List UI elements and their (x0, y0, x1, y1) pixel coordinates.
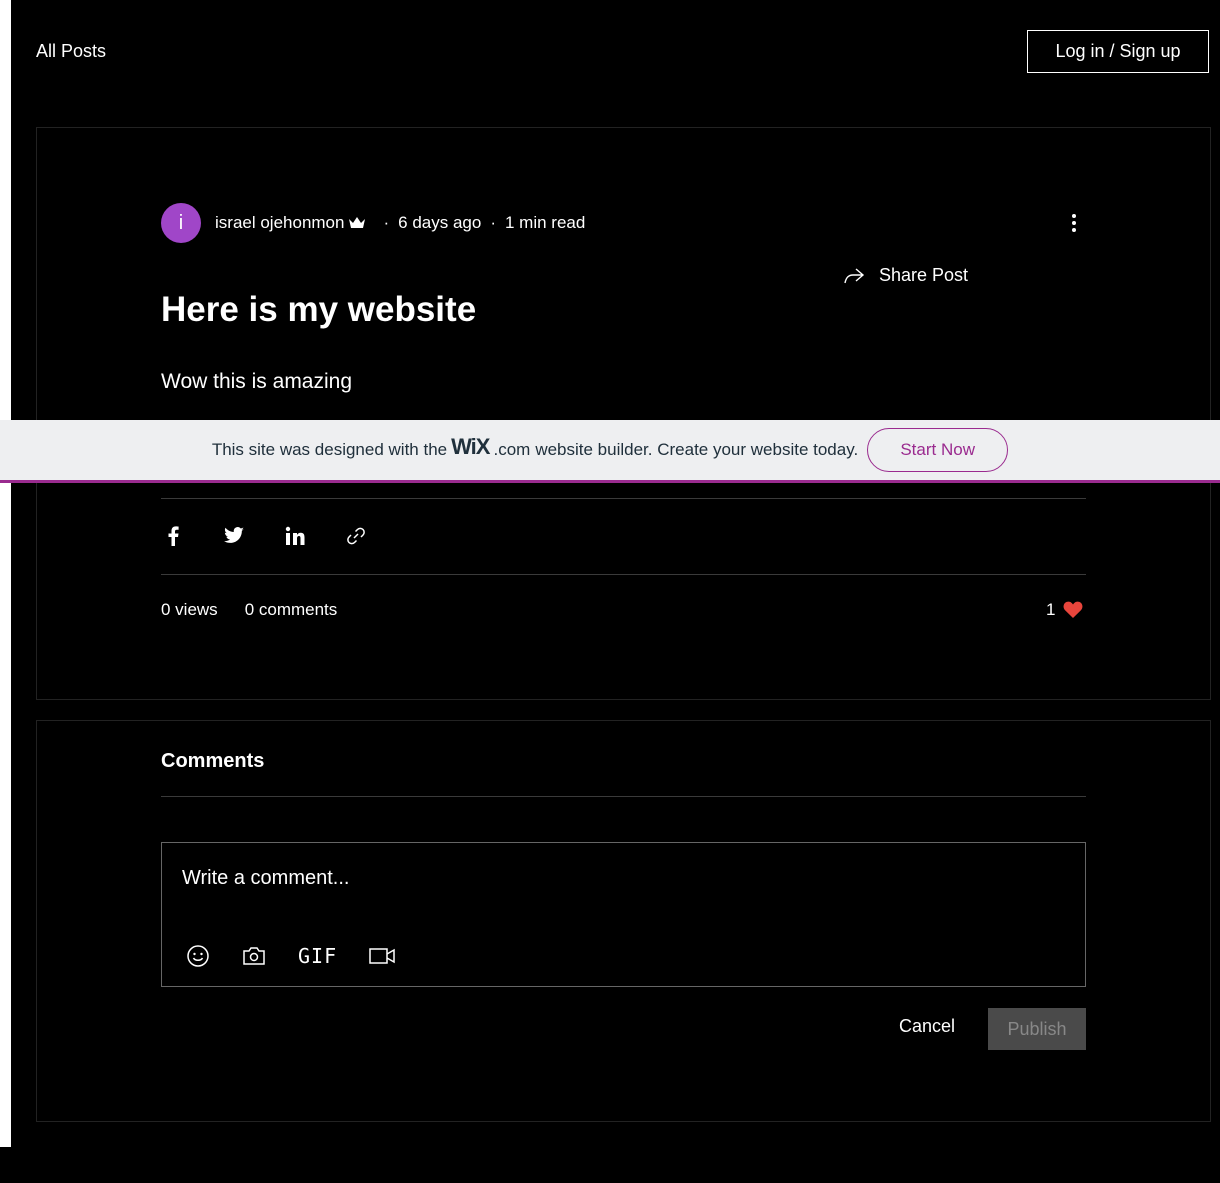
post-body: Wow this is amazing (161, 370, 353, 393)
banner-text-before: This site was designed with the (211, 440, 448, 459)
emoji-icon[interactable] (186, 943, 210, 969)
cancel-button[interactable]: Cancel (899, 1016, 955, 1037)
twitter-icon[interactable] (222, 522, 246, 550)
likes-count: 1 (1046, 600, 1056, 619)
post-title: Here is my website (161, 290, 477, 329)
comment-toolbar: GIF (186, 943, 427, 969)
gif-icon[interactable]: GIF (298, 943, 337, 969)
camera-icon[interactable] (242, 943, 266, 969)
linkedin-icon[interactable] (283, 522, 307, 550)
post-date: 6 days ago (398, 213, 482, 232)
crown-icon (348, 216, 366, 230)
wix-promo-banner: This site was designed with the WiX .com… (0, 420, 1220, 483)
meta-separator: · (490, 213, 496, 232)
wix-logo-suffix: .com (493, 440, 531, 459)
avatar[interactable]: i (161, 203, 201, 243)
meta-separator: · (383, 213, 390, 232)
share-icons-row (161, 522, 405, 550)
login-signup-button[interactable]: Log in / Sign up (1027, 30, 1209, 73)
left-edge-strip (0, 0, 11, 1147)
start-now-button[interactable]: Start Now (867, 428, 1009, 472)
more-actions-icon[interactable] (1064, 210, 1084, 236)
post-meta: i israel ojehonmon · 6 days ago · 1 min … (161, 203, 585, 243)
video-icon[interactable] (369, 943, 395, 969)
divider (161, 574, 1086, 575)
heart-icon (1064, 601, 1083, 618)
divider (161, 498, 1086, 499)
copy-link-icon[interactable] (344, 522, 368, 550)
facebook-icon[interactable] (161, 522, 185, 550)
all-posts-link[interactable]: All Posts (36, 41, 106, 62)
banner-text-after: website builder. Create your website tod… (535, 440, 859, 459)
post-stats: 0 views 0 comments (161, 600, 337, 620)
share-post-label: Share Post (879, 265, 969, 285)
read-time: 1 min read (505, 213, 586, 232)
wix-logo[interactable]: WiX (451, 434, 490, 460)
comment-input-box[interactable]: Write a comment... GIF (161, 842, 1086, 987)
comments-heading: Comments (161, 750, 265, 772)
like-button[interactable]: 1 (1046, 600, 1083, 620)
publish-button[interactable]: Publish (988, 1008, 1086, 1050)
comment-input[interactable]: Write a comment... (182, 867, 349, 890)
author-name[interactable]: israel ojehonmon (215, 213, 344, 233)
share-arrow-icon (844, 267, 865, 283)
share-post-button[interactable]: Share Post (843, 265, 968, 286)
comments-count[interactable]: 0 comments (245, 600, 338, 620)
views-count: 0 views (161, 600, 218, 619)
divider (161, 796, 1086, 797)
